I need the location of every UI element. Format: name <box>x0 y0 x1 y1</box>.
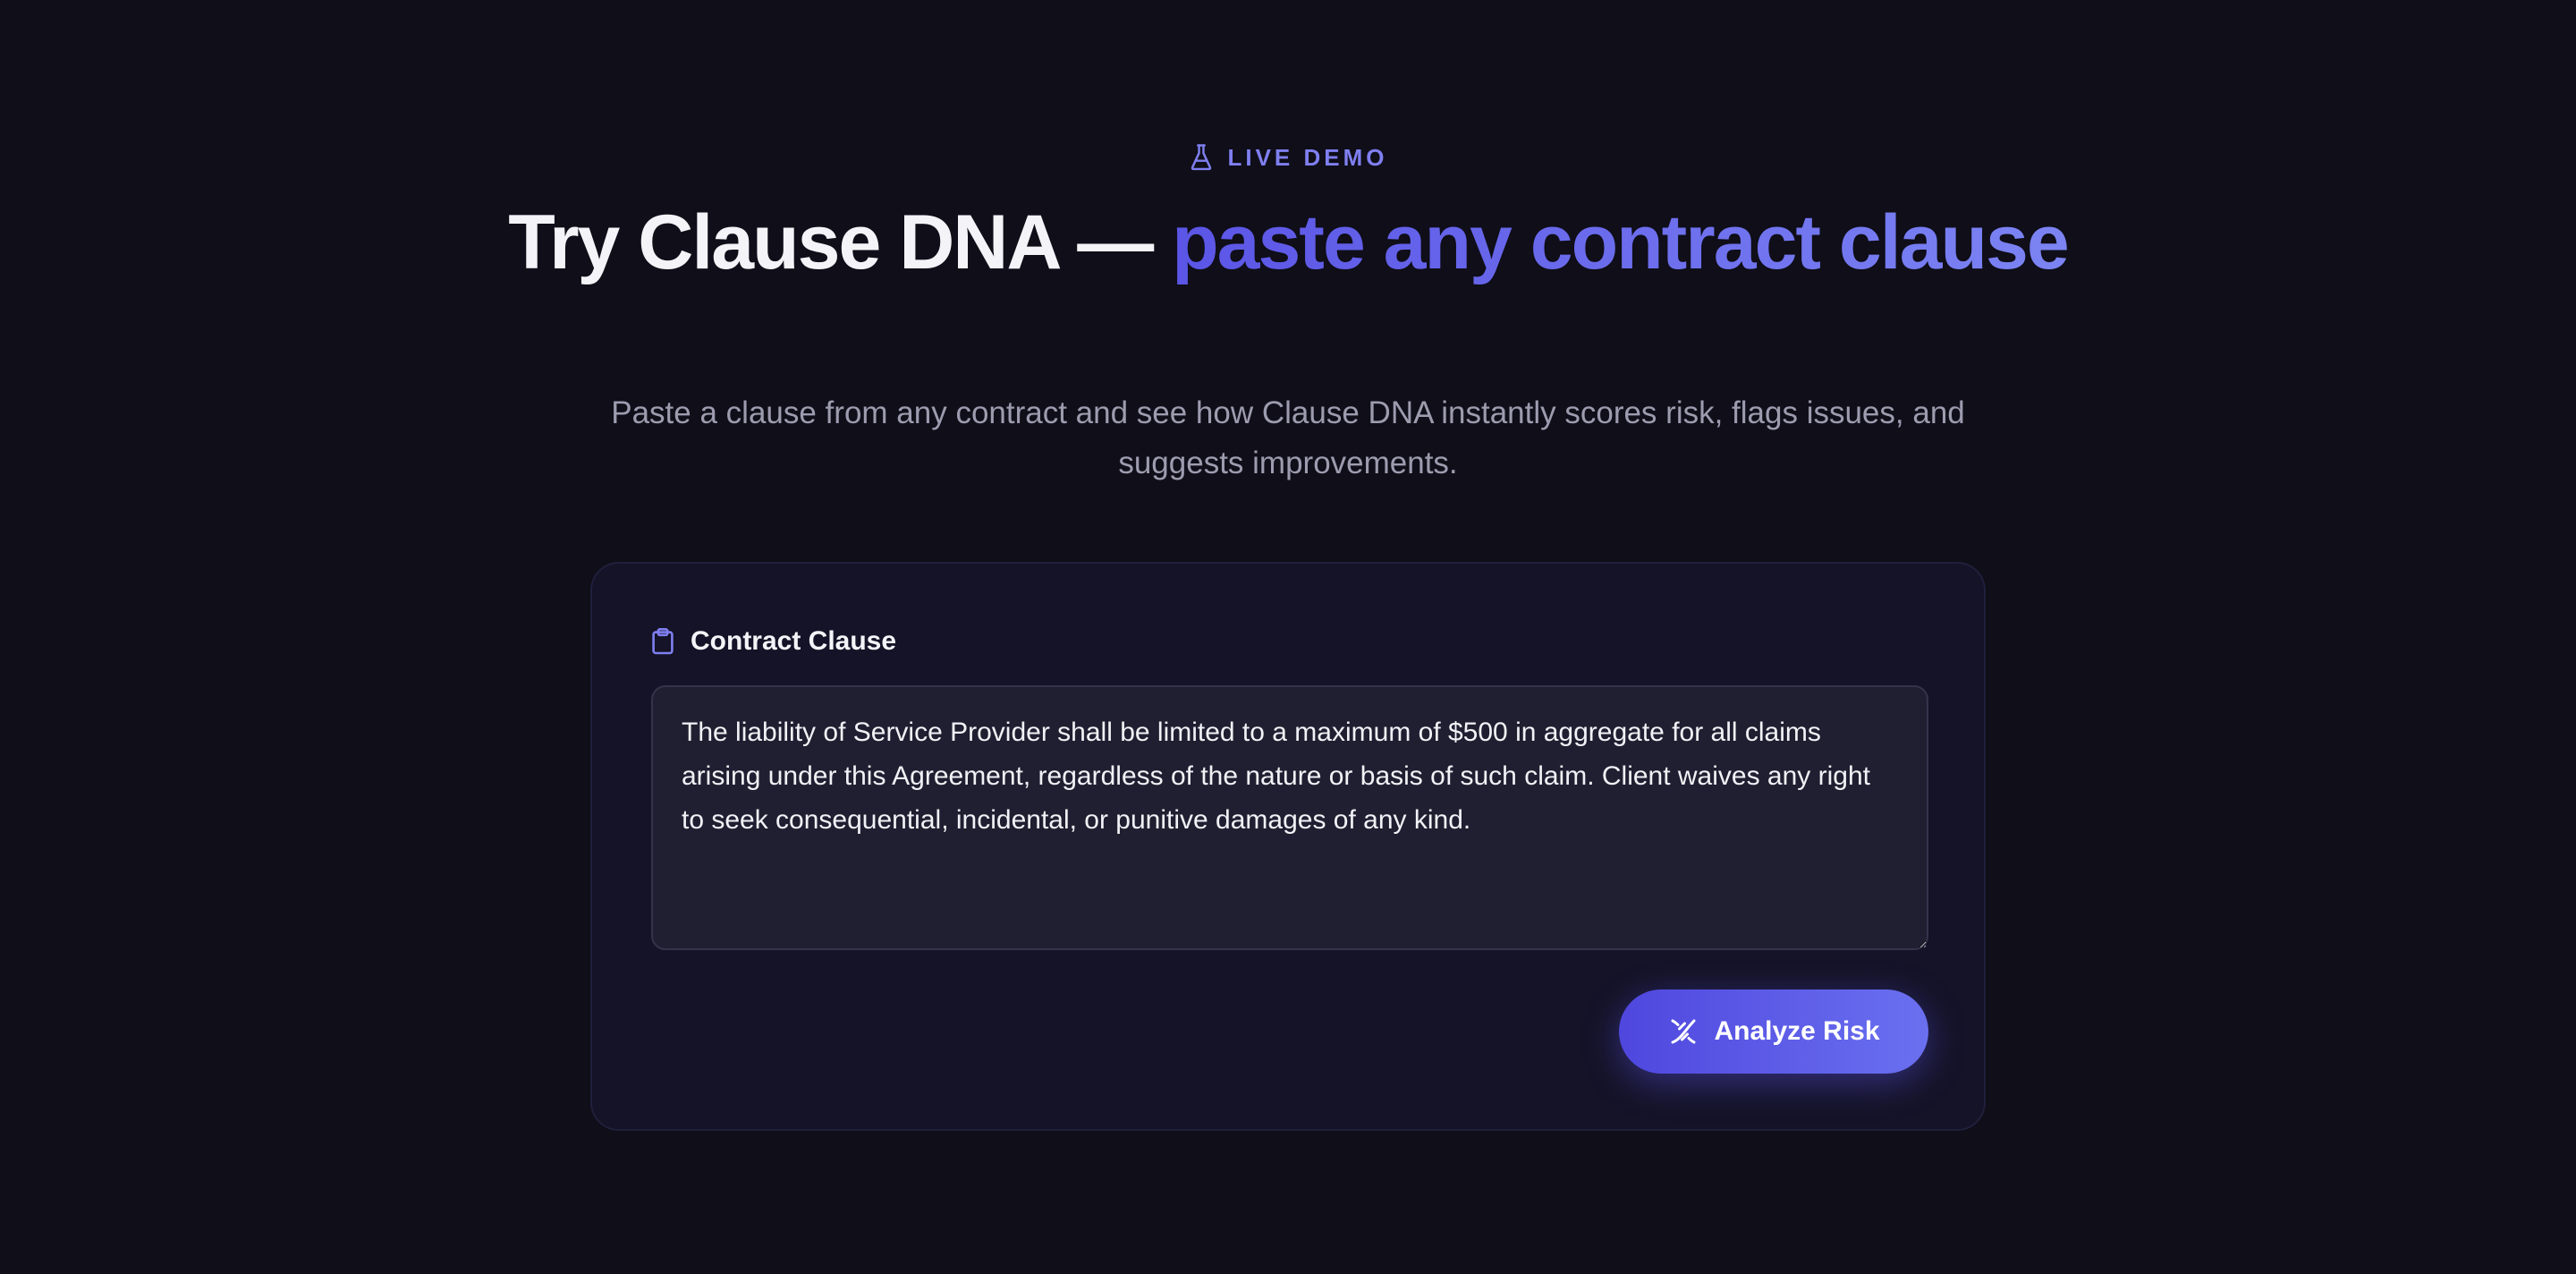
contract-clause-label-text: Contract Clause <box>691 626 897 656</box>
analyze-risk-button-label: Analyze Risk <box>1714 1016 1880 1046</box>
contract-clause-input[interactable]: The liability of Service Provider shall … <box>651 685 1928 950</box>
eyebrow: LIVE DEMO <box>0 143 2576 172</box>
live-demo-section: LIVE DEMO Try Clause DNA — paste any con… <box>0 0 2576 1274</box>
clipboard-icon <box>652 628 674 655</box>
demo-card: Contract Clause The liability of Service… <box>590 562 1986 1131</box>
analyze-risk-button[interactable]: Analyze Risk <box>1619 989 1928 1074</box>
contract-clause-label: Contract Clause <box>651 626 896 657</box>
eyebrow-text: LIVE DEMO <box>1227 143 1388 171</box>
page-title-lead: Try Clause DNA — <box>508 200 1173 285</box>
page-title-accent: paste any contract clause <box>1172 200 2070 285</box>
dna-icon <box>1671 1019 1696 1044</box>
flask-icon <box>1191 144 1212 171</box>
page-subtitle: Paste a clause from any contract and see… <box>611 395 1965 480</box>
page-title: Try Clause DNA — paste any contract clau… <box>483 199 2093 286</box>
